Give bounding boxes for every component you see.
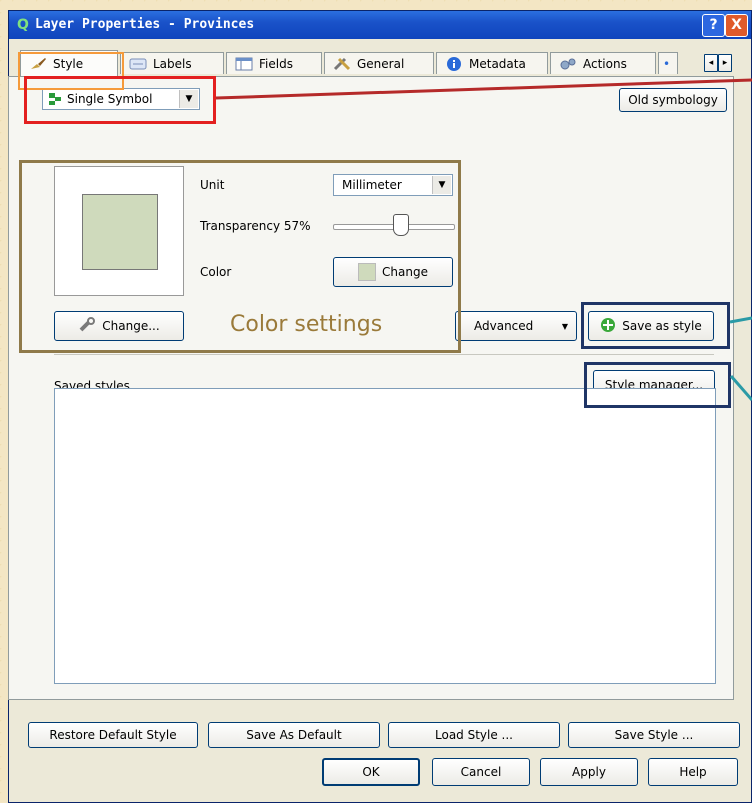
renderer-callout-line <box>215 78 752 100</box>
style-manager-callout-line <box>729 375 752 401</box>
save-style-callout-line <box>729 316 752 324</box>
callout-lines <box>215 78 752 401</box>
